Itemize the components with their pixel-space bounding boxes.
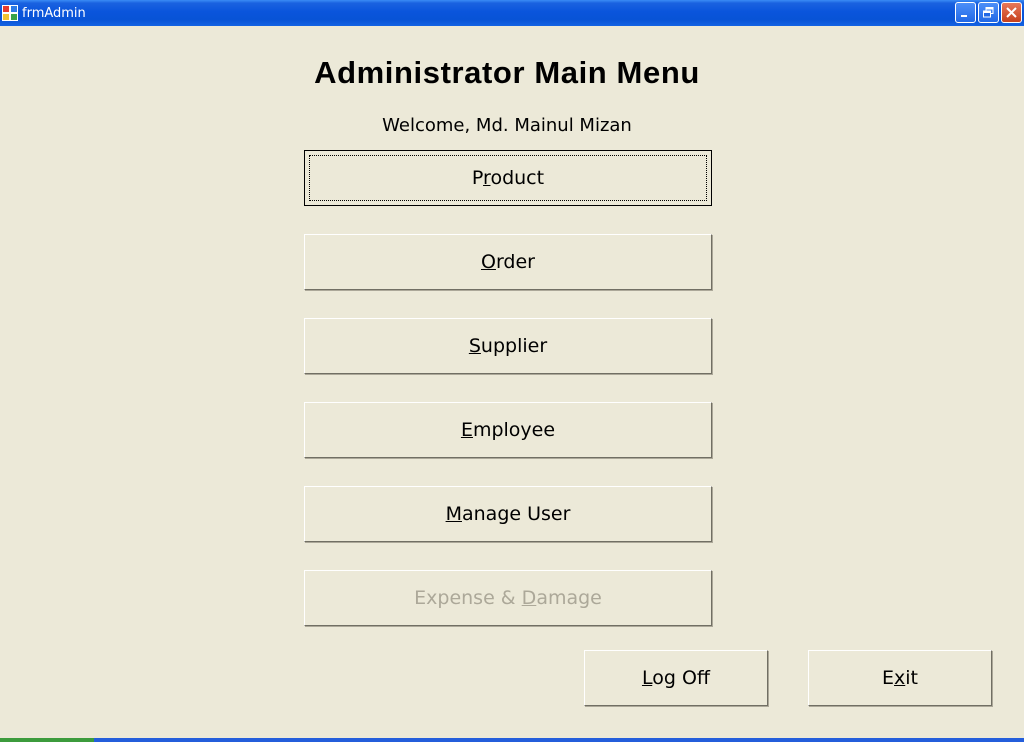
minimize-button[interactable]: [955, 2, 976, 23]
log-off-button[interactable]: Log Off: [584, 650, 768, 706]
close-icon: [1006, 7, 1017, 18]
product-label: Product: [471, 167, 545, 189]
restore-button[interactable]: [978, 2, 999, 23]
expense-damage-button[interactable]: Expense & Damage: [304, 570, 712, 626]
log-off-label: Log Off: [641, 667, 711, 689]
order-button[interactable]: Order: [304, 234, 712, 290]
title-bar[interactable]: frmAdmin: [0, 0, 1024, 26]
taskbar-edge: [0, 738, 1024, 742]
supplier-label: Supplier: [468, 335, 548, 357]
order-label: Order: [480, 251, 535, 273]
window-title: frmAdmin: [22, 6, 86, 21]
supplier-button[interactable]: Supplier: [304, 318, 712, 374]
exit-button[interactable]: Exit: [808, 650, 992, 706]
restore-icon: [983, 7, 994, 18]
close-button[interactable]: [1001, 2, 1022, 23]
employee-label: Employee: [460, 419, 556, 441]
app-icon[interactable]: [2, 5, 18, 21]
manage-user-label: Manage User: [445, 503, 571, 525]
exit-label: Exit: [882, 667, 918, 689]
manage-user-button[interactable]: Manage User: [304, 486, 712, 542]
product-button[interactable]: Product: [304, 150, 712, 206]
employee-button[interactable]: Employee: [304, 402, 712, 458]
start-button-edge[interactable]: [0, 738, 94, 742]
minimize-icon: [961, 15, 967, 17]
page-title: Administrator Main Menu: [314, 55, 700, 90]
welcome-label: Welcome, Md. Mainul Mizan: [382, 115, 632, 136]
expense-damage-label: Expense & Damage: [414, 587, 602, 609]
